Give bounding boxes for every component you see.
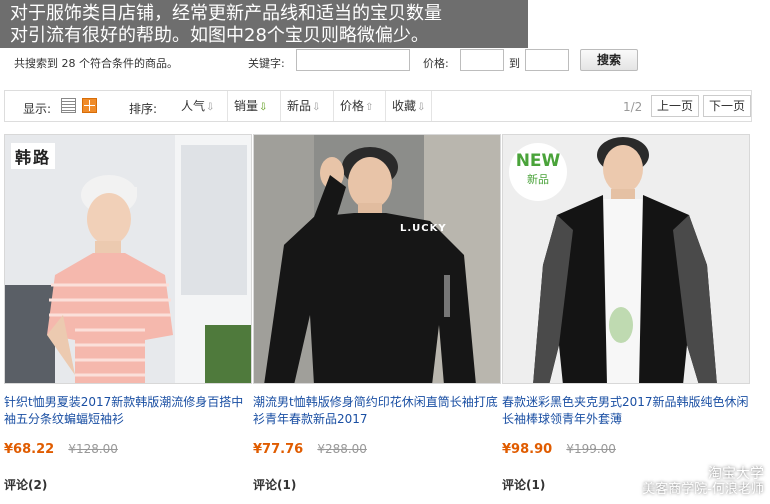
watermark-line-1: 淘宝大学 [708,466,764,482]
price-max-input[interactable] [525,49,569,71]
prev-page-button[interactable]: 上一页 [651,95,699,117]
product-price: ¥77.76 ¥288.00 [253,442,367,457]
product-title[interactable]: 潮流男t恤韩版修身简约印花休闲直筒长袖打底衫青年春款新品2017 [253,394,501,428]
comment-count[interactable]: 评论(2) [4,476,47,493]
next-page-button[interactable]: 下一页 [703,95,751,117]
arrow-up-icon: ⇧ [365,102,374,113]
arrow-down-icon: ⇩ [417,102,426,113]
new-badge-label: NEW [515,151,561,171]
keyword-label: 关键字: [248,57,285,70]
arrow-down-icon: ⇩ [312,102,321,113]
display-label: 显示: [23,102,52,116]
original-price: ¥288.00 [317,442,367,456]
product-image[interactable]: 韩路 [4,134,252,384]
sort-favorites-label: 收藏 [392,99,417,113]
list-view-icon[interactable] [61,98,76,113]
shirt-print: L.UCKY [400,223,447,234]
watermark: 淘宝大学 美客商学院-何浪老师 [642,466,764,498]
sort-popularity-label: 人气 [181,99,206,113]
price-min-input[interactable] [460,49,504,71]
sort-new-label: 新品 [287,99,312,113]
price-label: 价格: [423,57,449,70]
product-card: NEW 新品 春款迷彩黑色夹克男式2017新品韩版纯色休闲长袖棒球领青年外套薄 … [502,134,750,504]
sort-label: 排序: [129,102,158,116]
sort-new[interactable]: 新品⇩ [280,91,326,121]
keyword-input[interactable] [296,49,410,71]
result-count: 共搜索到 28 个符合条件的商品。 [14,57,178,70]
product-price: ¥98.90 ¥199.00 [502,442,616,457]
new-badge-sublabel: 新品 [527,173,549,186]
sort-toolbar: 显示: 排序: 人气⇩ 销量⇩ 新品⇩ 价格⇧ 收藏⇩ 1/2 上一页 下一页 [4,90,752,122]
product-image[interactable]: NEW 新品 [502,134,750,384]
new-badge: NEW 新品 [509,143,567,201]
page-indicator: 1/2 [623,100,643,114]
brand-badge: 韩路 [11,143,56,169]
original-price: ¥128.00 [68,442,118,456]
price-to-label: 到 [509,57,520,70]
product-card: L.UCKY 潮流男t恤韩版修身简约印花休闲直筒长袖打底衫青年春款新品2017 … [253,134,501,504]
product-card: 韩路 针织t恤男夏装2017新款韩版潮流修身百搭中袖五分条纹蝙蝠短袖衫 ¥68.… [4,134,252,504]
current-price: ¥68.22 [4,442,55,457]
comment-count[interactable]: 评论(1) [253,476,296,493]
current-price: ¥77.76 [253,442,304,457]
sort-favorites[interactable]: 收藏⇩ [385,91,433,121]
search-bar: 共搜索到 28 个符合条件的商品。 关键字: 价格: 到 搜索 [0,48,770,78]
sort-price-label: 价格 [340,99,365,113]
product-title[interactable]: 针织t恤男夏装2017新款韩版潮流修身百搭中袖五分条纹蝙蝠短袖衫 [4,394,252,428]
comment-count[interactable]: 评论(1) [502,476,545,493]
arrow-down-icon: ⇩ [206,102,215,113]
grid-view-icon[interactable] [82,98,97,113]
sort-price[interactable]: 价格⇧ [333,91,379,121]
current-price: ¥98.90 [502,442,553,457]
search-button[interactable]: 搜索 [580,49,638,71]
caption-overlay: 对于服饰类目店铺，经常更新产品线和适当的宝贝数量 对引流有很好的帮助。如图中28… [0,0,528,48]
sort-popularity[interactable]: 人气⇩ [175,91,220,121]
arrow-down-icon: ⇩ [259,102,268,113]
sort-sales-label: 销量 [234,99,259,113]
original-price: ¥199.00 [566,442,616,456]
product-image[interactable]: L.UCKY [253,134,501,384]
watermark-line-2: 美客商学院-何浪老师 [642,482,764,497]
sort-sales[interactable]: 销量⇩ [227,91,273,121]
caption-line-2: 对引流有很好的帮助。如图中28个宝贝则略微偏少。 [10,25,429,46]
product-price: ¥68.22 ¥128.00 [4,442,118,457]
caption-line-1: 对于服饰类目店铺，经常更新产品线和适当的宝贝数量 [10,3,442,24]
product-title[interactable]: 春款迷彩黑色夹克男式2017新品韩版纯色休闲长袖棒球领青年外套薄 [502,394,750,428]
